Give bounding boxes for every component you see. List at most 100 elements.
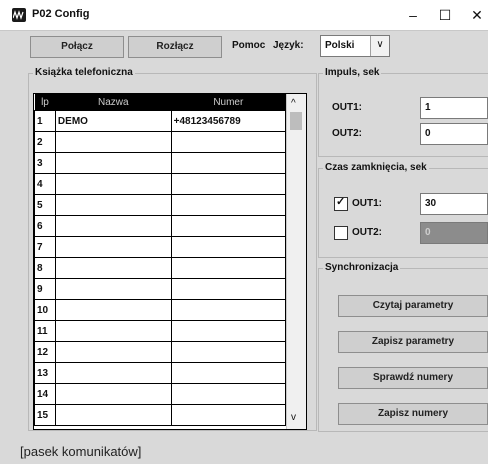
phonebook-title: Książka telefoniczna: [33, 67, 135, 78]
table-row[interactable]: 9: [34, 278, 287, 300]
impuls-out2-value: 0: [425, 128, 431, 139]
phonebook-scrollbar[interactable]: ^ v: [286, 94, 306, 429]
name-cell[interactable]: [54, 383, 172, 405]
language-select[interactable]: Polski ∨: [320, 35, 390, 57]
write-params-button[interactable]: Zapisz parametry: [338, 331, 488, 353]
name-cell[interactable]: [54, 194, 172, 216]
row-number: 1: [34, 110, 56, 132]
name-cell[interactable]: DEMO: [54, 110, 172, 132]
czas-out2-field: 0: [420, 222, 488, 244]
row-number: 4: [34, 173, 56, 195]
number-cell[interactable]: [170, 173, 287, 195]
row-number: 8: [34, 257, 56, 279]
header-lp[interactable]: lp: [34, 94, 56, 111]
row-number: 12: [34, 341, 56, 363]
app-logo-icon: [12, 8, 26, 22]
name-cell[interactable]: [54, 152, 172, 174]
name-cell[interactable]: [54, 131, 172, 153]
disconnect-button[interactable]: Rozłącz: [128, 36, 222, 58]
chevron-down-icon[interactable]: ∨: [370, 36, 389, 56]
number-cell[interactable]: [170, 236, 287, 258]
language-value: Polski: [325, 40, 355, 51]
number-cell[interactable]: [170, 320, 287, 342]
number-cell[interactable]: [170, 194, 287, 216]
row-number: 14: [34, 383, 56, 405]
name-cell[interactable]: [54, 173, 172, 195]
number-cell[interactable]: [170, 341, 287, 363]
impuls-out1-field[interactable]: 1: [420, 97, 488, 119]
number-cell[interactable]: [170, 152, 287, 174]
table-row[interactable]: 14: [34, 383, 287, 405]
table-row[interactable]: 15: [34, 404, 287, 426]
number-cell[interactable]: [170, 383, 287, 405]
scroll-thumb[interactable]: [290, 112, 302, 130]
help-menu[interactable]: Pomoc: [232, 40, 265, 51]
header-number[interactable]: Numer: [171, 94, 286, 111]
number-cell[interactable]: [170, 299, 287, 321]
table-row[interactable]: 10: [34, 299, 287, 321]
czas-out1-value: 30: [425, 198, 437, 209]
table-row[interactable]: 3: [34, 152, 287, 174]
read-params-button[interactable]: Czytaj parametry: [338, 295, 488, 317]
impuls-out1-label: OUT1:: [332, 102, 362, 113]
minimize-button[interactable]: –: [398, 4, 428, 26]
name-cell[interactable]: [54, 299, 172, 321]
table-row[interactable]: 5: [34, 194, 287, 216]
window-title: P02 Config: [32, 8, 90, 20]
table-row[interactable]: 13: [34, 362, 287, 384]
name-cell[interactable]: [54, 215, 172, 237]
czas-out1-checkbox[interactable]: ✓: [334, 196, 348, 211]
name-cell[interactable]: [54, 404, 172, 426]
row-number: 13: [34, 362, 56, 384]
header-name[interactable]: Nazwa: [55, 94, 172, 111]
row-number: 9: [34, 278, 56, 300]
name-cell[interactable]: [54, 320, 172, 342]
name-cell[interactable]: [54, 341, 172, 363]
table-row[interactable]: 7: [34, 236, 287, 258]
row-number: 6: [34, 215, 56, 237]
number-cell[interactable]: +48123456789: [170, 110, 287, 132]
sync-title: Synchronizacja: [323, 262, 401, 273]
status-bar: [pasek komunikatów]: [0, 432, 488, 464]
czas-out1-label: OUT1:: [352, 198, 382, 209]
czas-out2-checkbox[interactable]: [334, 226, 348, 240]
impuls-title: Impuls, sek: [323, 67, 382, 78]
number-cell[interactable]: [170, 278, 287, 300]
row-number: 2: [34, 131, 56, 153]
table-row[interactable]: 8: [34, 257, 287, 279]
number-cell[interactable]: [170, 257, 287, 279]
phonebook-table: lp Nazwa Numer 1 DEMO +48123456789 2 3 4 5 6 7 8 9…: [33, 93, 307, 430]
impuls-out2-label: OUT2:: [332, 128, 362, 139]
row-number: 7: [34, 236, 56, 258]
name-cell[interactable]: [54, 278, 172, 300]
title-bar: P02 Config – ☐ ✕: [0, 0, 488, 31]
number-cell[interactable]: [170, 215, 287, 237]
table-row[interactable]: 2: [34, 131, 287, 153]
name-cell[interactable]: [54, 236, 172, 258]
impuls-out2-field[interactable]: 0: [420, 123, 488, 145]
table-row[interactable]: 12: [34, 341, 287, 363]
table-row[interactable]: 11: [34, 320, 287, 342]
maximize-button[interactable]: ☐: [430, 4, 460, 26]
name-cell[interactable]: [54, 362, 172, 384]
table-row[interactable]: 4: [34, 173, 287, 195]
scroll-down-icon[interactable]: v: [291, 412, 296, 423]
row-number: 5: [34, 194, 56, 216]
table-row[interactable]: 1 DEMO +48123456789: [34, 110, 287, 132]
connect-button[interactable]: Połącz: [30, 36, 124, 58]
row-number: 10: [34, 299, 56, 321]
phonebook-grid: lp Nazwa Numer 1 DEMO +48123456789 2 3 4 5 6 7 8 9…: [34, 94, 287, 426]
number-cell[interactable]: [170, 362, 287, 384]
name-cell[interactable]: [54, 257, 172, 279]
closing-time-title: Czas zamknięcia, sek: [323, 162, 429, 173]
scroll-up-icon[interactable]: ^: [291, 98, 296, 109]
close-button[interactable]: ✕: [462, 4, 488, 26]
language-label: Język:: [273, 40, 304, 51]
number-cell[interactable]: [170, 404, 287, 426]
check-numbers-button[interactable]: Sprawdź numery: [338, 367, 488, 389]
row-number: 15: [34, 404, 56, 426]
table-row[interactable]: 6: [34, 215, 287, 237]
number-cell[interactable]: [170, 131, 287, 153]
write-numbers-button[interactable]: Zapisz numery: [338, 403, 488, 425]
czas-out1-field[interactable]: 30: [420, 193, 488, 215]
